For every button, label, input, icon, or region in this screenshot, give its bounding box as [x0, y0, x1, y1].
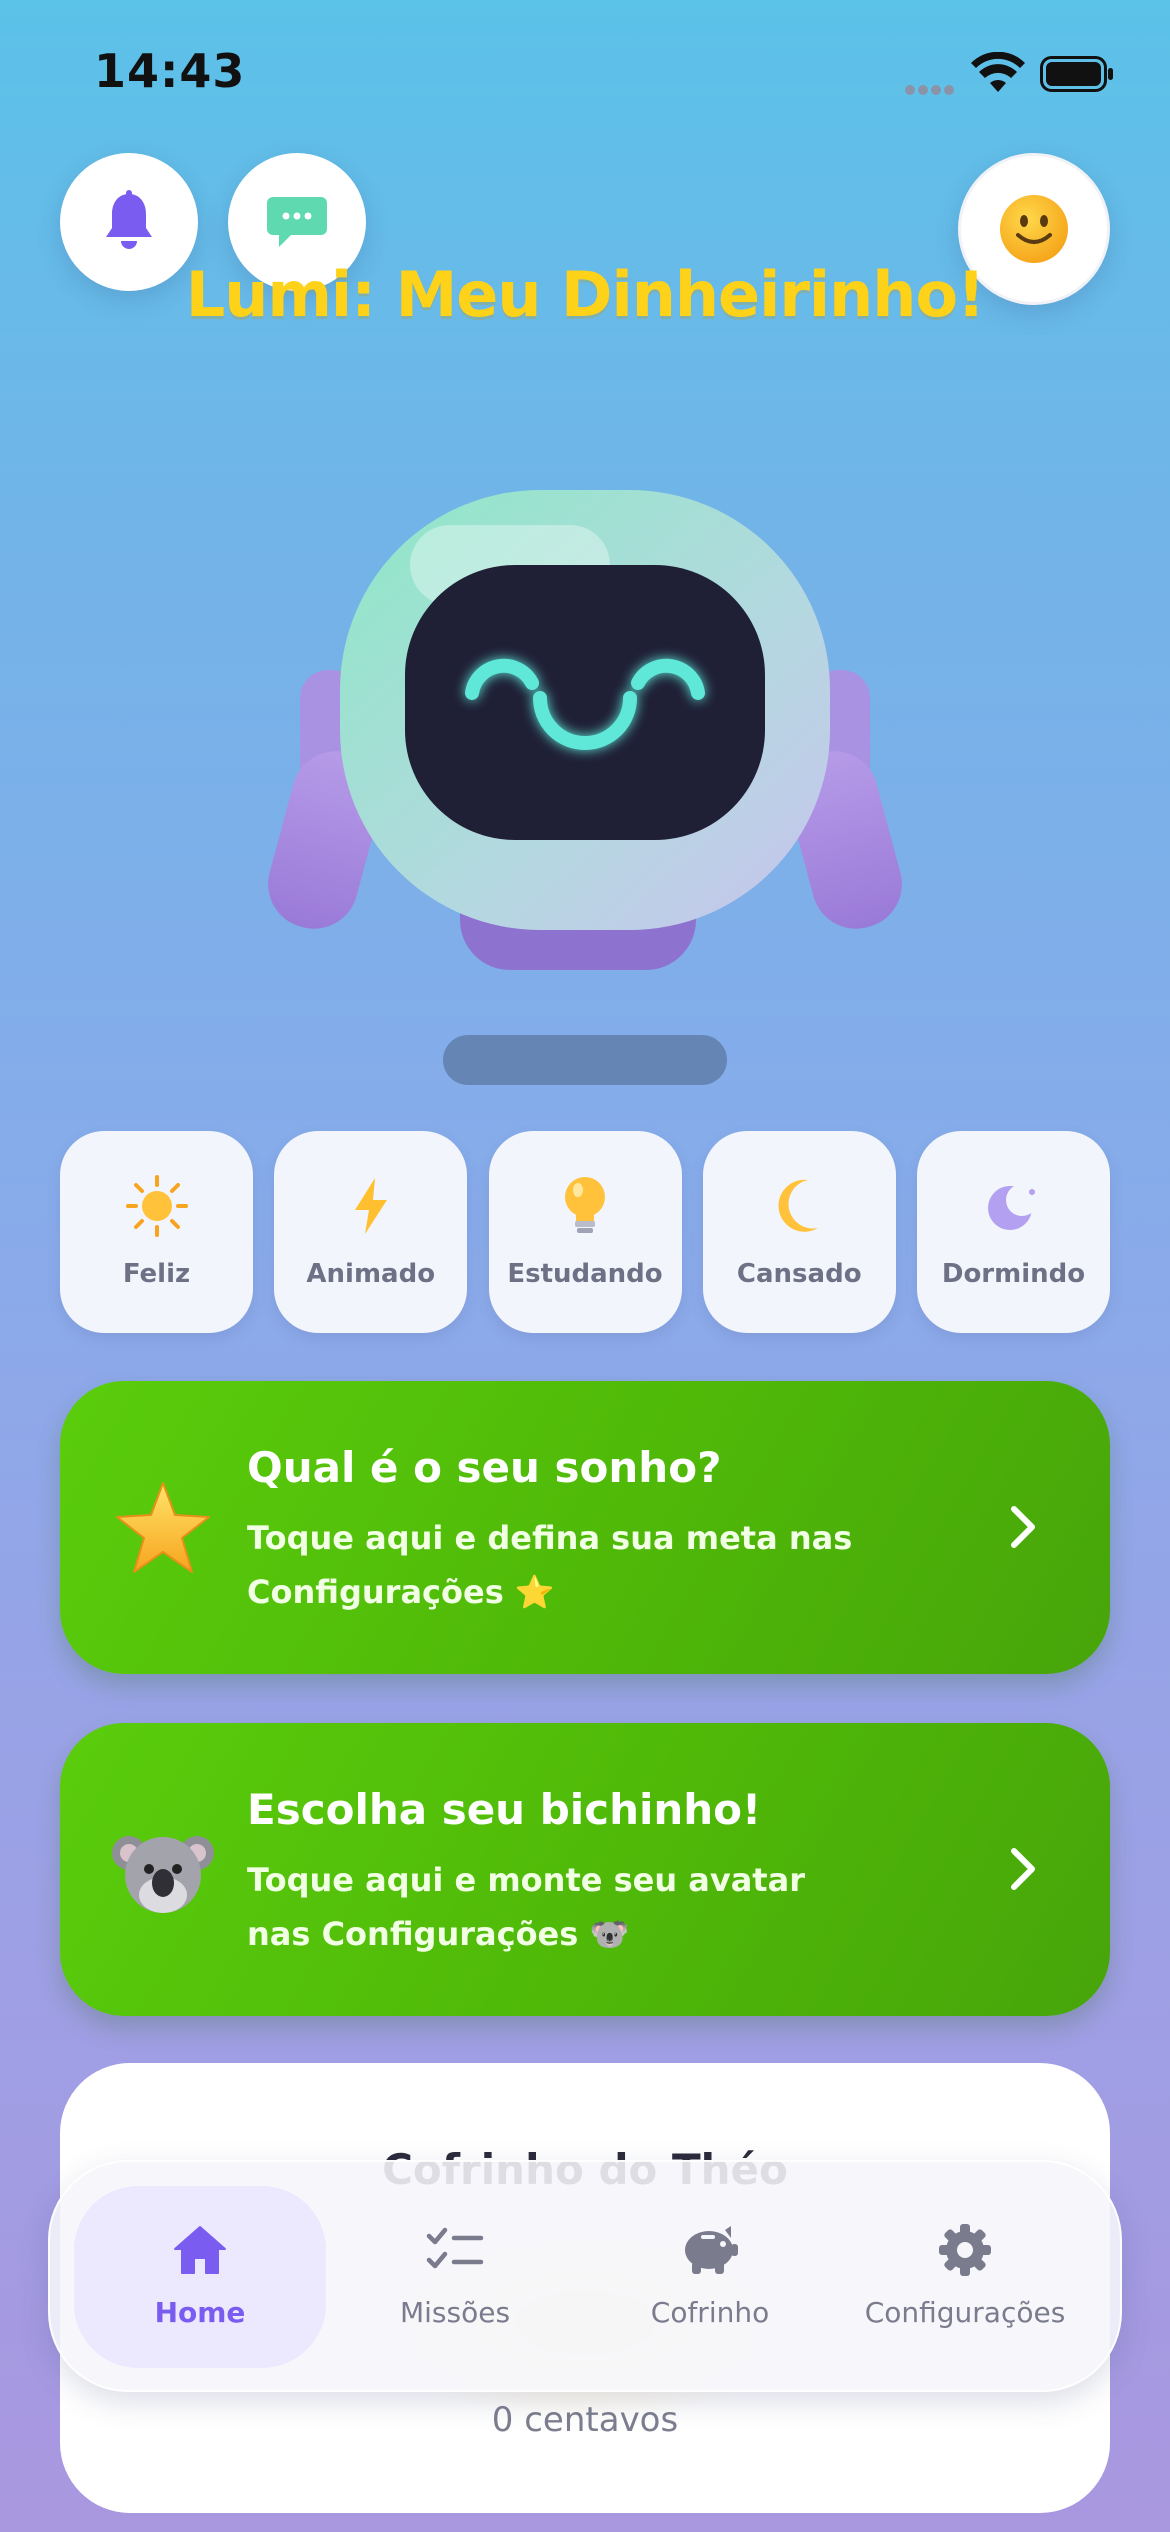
chat-bubble-icon: [267, 197, 327, 247]
tab-label: Missões: [399, 2296, 511, 2329]
mood-cansado[interactable]: Cansado: [702, 1131, 896, 1333]
wifi-icon: [971, 52, 1025, 92]
chevron-right-icon: [1011, 1506, 1035, 1548]
status-bar: 14:43: [0, 0, 1170, 150]
tab-label: Home: [154, 2296, 246, 2329]
koala-icon: [110, 1818, 216, 1924]
tab-label: Configurações: [864, 2296, 1066, 2329]
mood-label: Feliz: [122, 1259, 191, 1289]
star-icon: [110, 1476, 216, 1582]
lumi-robot-mascot[interactable]: [260, 480, 910, 1000]
promo-text: Toque aqui e monte seu avatar nas Config…: [247, 1861, 805, 1953]
cellular-signal-icon: [905, 80, 957, 95]
mood-selector: Feliz Animado Estudando Cansado Dormindo: [60, 1131, 1110, 1333]
mood-label: Estudando: [507, 1259, 663, 1289]
tab-missoes[interactable]: Missões: [329, 2186, 581, 2368]
crescent-moon-icon: [778, 1179, 819, 1232]
mood-estudando[interactable]: Estudando: [488, 1131, 682, 1333]
app-title: Lumi: Meu Dinheirinho!: [185, 258, 986, 331]
checklist-icon: [426, 2227, 484, 2269]
lightbulb-icon: [565, 1177, 605, 1233]
dream-goal-card[interactable]: Qual é o seu sonho? Toque aqui e defina …: [60, 1381, 1110, 1674]
mood-label: Animado: [306, 1259, 436, 1289]
sun-icon: [125, 1175, 188, 1237]
promo-title: Qual é o seu sonho?: [247, 1443, 722, 1492]
gear-icon: [939, 2224, 991, 2276]
tab-home[interactable]: Home: [74, 2186, 326, 2368]
piggy-bank-icon: [685, 2226, 738, 2274]
mood-animado[interactable]: Animado: [274, 1131, 468, 1333]
lightning-icon: [354, 1178, 387, 1234]
tab-bar: Home Missões Cofrinho Configurações: [48, 2160, 1122, 2392]
battery-icon: [1040, 56, 1113, 92]
smiley-face-icon: [1000, 195, 1068, 263]
promo-text: Toque aqui e defina sua meta nas Configu…: [247, 1519, 853, 1611]
robot-shadow: [443, 1035, 727, 1085]
piggy-bank-amount: 0 centavos: [491, 2400, 679, 2440]
tab-configuracoes[interactable]: Configurações: [839, 2186, 1091, 2368]
tab-label: Cofrinho: [650, 2296, 770, 2329]
moon-sleep-icon: [987, 1184, 1038, 1230]
home-icon: [174, 2226, 226, 2274]
chevron-right-icon: [1011, 1848, 1035, 1890]
mood-dormindo[interactable]: Dormindo: [917, 1131, 1110, 1333]
status-time: 14:43: [94, 44, 246, 98]
promo-title: Escolha seu bichinho!: [247, 1785, 762, 1834]
mood-label: Cansado: [736, 1259, 862, 1289]
mood-feliz[interactable]: Feliz: [60, 1131, 253, 1333]
tab-cofrinho[interactable]: Cofrinho: [584, 2186, 836, 2368]
bell-icon: [106, 190, 152, 249]
choose-pet-card[interactable]: Escolha seu bichinho! Toque aqui e monte…: [60, 1723, 1110, 2016]
mood-label: Dormindo: [941, 1259, 1086, 1289]
